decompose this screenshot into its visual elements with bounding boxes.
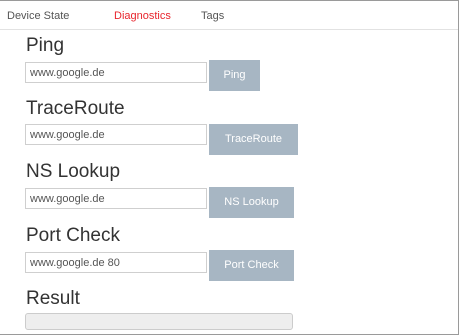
result-title: Result bbox=[26, 288, 80, 309]
traceroute-title: TraceRoute bbox=[26, 98, 125, 119]
portcheck-title: Port Check bbox=[26, 225, 120, 246]
tab-tags[interactable]: Tags bbox=[201, 10, 224, 22]
ping-title: Ping bbox=[26, 35, 65, 56]
tab-device-state[interactable]: Device State bbox=[7, 10, 69, 22]
portcheck-host-input[interactable] bbox=[25, 252, 207, 273]
nslookup-title: NS Lookup bbox=[26, 161, 121, 182]
traceroute-host-input[interactable] bbox=[25, 124, 207, 145]
nslookup-button[interactable]: NS Lookup bbox=[209, 187, 294, 218]
nslookup-host-input[interactable] bbox=[25, 188, 207, 209]
tab-bar: Device State Diagnostics Tags bbox=[0, 0, 458, 30]
result-output bbox=[25, 313, 293, 330]
traceroute-button[interactable]: TraceRoute bbox=[209, 124, 298, 155]
portcheck-button[interactable]: Port Check bbox=[209, 250, 294, 281]
ping-button[interactable]: Ping bbox=[209, 60, 260, 91]
tab-diagnostics[interactable]: Diagnostics bbox=[114, 10, 171, 22]
ping-host-input[interactable] bbox=[25, 62, 207, 83]
